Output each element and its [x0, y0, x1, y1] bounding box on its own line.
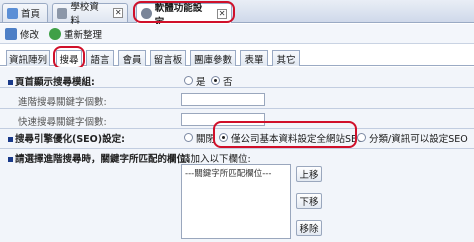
- radio-yes-label: 是: [196, 77, 206, 88]
- tab-gallery-params[interactable]: 團庫參數: [190, 50, 236, 66]
- tab-school[interactable]: 學校資料 ✕: [52, 2, 128, 27]
- divider: [0, 87, 474, 88]
- school-icon: [57, 7, 68, 19]
- bullet-icon: [8, 157, 13, 162]
- top-tab-strip: 首頁 學校資料 ✕ 軟體功能設定 ✕: [0, 0, 474, 28]
- edit-button-label: 修改: [20, 29, 40, 41]
- radio-seo-off-label: 關閉: [196, 134, 216, 145]
- tab-home-label: 首頁: [21, 9, 41, 20]
- radio-seo-company-only-label: 僅公司基本資料設定全網站SEO: [231, 134, 365, 145]
- edit-button[interactable]: 修改: [5, 27, 39, 41]
- bullet-icon: [8, 80, 13, 85]
- bullet-icon: [8, 137, 13, 142]
- toolbar: 修改 重新整理: [0, 24, 474, 44]
- tab-home[interactable]: 首頁: [2, 3, 48, 22]
- quick-keyword-count-input[interactable]: [181, 113, 265, 126]
- advanced-keyword-count-label: 進階搜尋關鍵字個數:: [18, 97, 107, 108]
- match-fields-listbox[interactable]: ---關鍵字所匹配欄位---: [181, 164, 291, 239]
- radio-seo-company-only[interactable]: [219, 133, 228, 142]
- tab-member[interactable]: 會員: [118, 50, 146, 66]
- gear-icon: [141, 8, 152, 19]
- tab-label: 會員: [122, 54, 142, 66]
- tab-software-settings[interactable]: 軟體功能設定 ✕: [136, 3, 232, 28]
- divider: [0, 148, 474, 149]
- move-up-button[interactable]: 上移: [296, 166, 322, 182]
- tab-label: 資訊陣列: [8, 54, 47, 66]
- tab-label: 搜尋: [59, 55, 79, 66]
- refresh-button-label: 重新整理: [64, 29, 103, 41]
- remove-button[interactable]: 移除: [296, 220, 322, 236]
- radio-seo-category[interactable]: [357, 133, 366, 142]
- refresh-button[interactable]: 重新整理: [49, 27, 102, 41]
- divider: [0, 108, 474, 109]
- divider: [0, 128, 474, 129]
- list-item[interactable]: ---關鍵字所匹配欄位---: [185, 167, 287, 179]
- radio-seo-off[interactable]: [184, 133, 193, 142]
- tab-label: 團庫參數: [193, 54, 232, 66]
- tab-label: 表單: [244, 54, 264, 66]
- label-text: 搜尋引擎優化(SEO)設定:: [15, 134, 125, 145]
- radio-no[interactable]: [211, 76, 220, 85]
- add-fields-hint: 請加入以下欄位:: [181, 154, 251, 165]
- tab-info-array[interactable]: 資訊陣列: [6, 50, 50, 66]
- edit-icon: [5, 27, 17, 40]
- settings-subtabs: 資訊陣列 搜尋 語言 會員 留言板 團庫參數 表單 其它: [0, 49, 474, 67]
- radio-yes[interactable]: [184, 76, 193, 85]
- search-settings-form: 頁首顯示搜尋模組: 是 否 進階搜尋關鍵字個數: 快速搜尋關鍵字個數: 搜尋引擎…: [0, 67, 474, 242]
- tab-search[interactable]: 搜尋: [56, 50, 82, 67]
- tab-label: 語言: [90, 54, 110, 66]
- tab-language[interactable]: 語言: [86, 50, 114, 66]
- tab-message-board[interactable]: 留言板: [150, 50, 186, 66]
- label-text: 請選擇進階搜尋時，關鍵字所匹配的欄位:: [15, 154, 190, 165]
- tab-label: 留言板: [153, 54, 183, 66]
- seo-settings-label: 搜尋引擎優化(SEO)設定:: [8, 131, 125, 145]
- keyword-match-fields-label: 請選擇進階搜尋時，關鍵字所匹配的欄位:: [8, 151, 190, 165]
- home-icon: [7, 7, 18, 19]
- tab-other[interactable]: 其它: [272, 50, 300, 66]
- move-down-button[interactable]: 下移: [296, 193, 322, 209]
- show-search-module-label: 頁首顯示搜尋模組:: [8, 74, 95, 88]
- radio-no-label: 否: [223, 77, 233, 88]
- tab-forms[interactable]: 表單: [240, 50, 268, 66]
- refresh-icon: [49, 27, 62, 40]
- close-icon[interactable]: ✕: [113, 8, 123, 18]
- advanced-keyword-count-input[interactable]: [181, 93, 265, 106]
- tab-label: 其它: [276, 54, 296, 66]
- radio-seo-category-label: 分類/資訊可以設定SEO: [369, 134, 468, 145]
- quick-keyword-count-label: 快速搜尋關鍵字個數:: [18, 117, 107, 128]
- close-icon[interactable]: ✕: [217, 8, 227, 19]
- tab-school-label: 學校資料: [70, 2, 99, 27]
